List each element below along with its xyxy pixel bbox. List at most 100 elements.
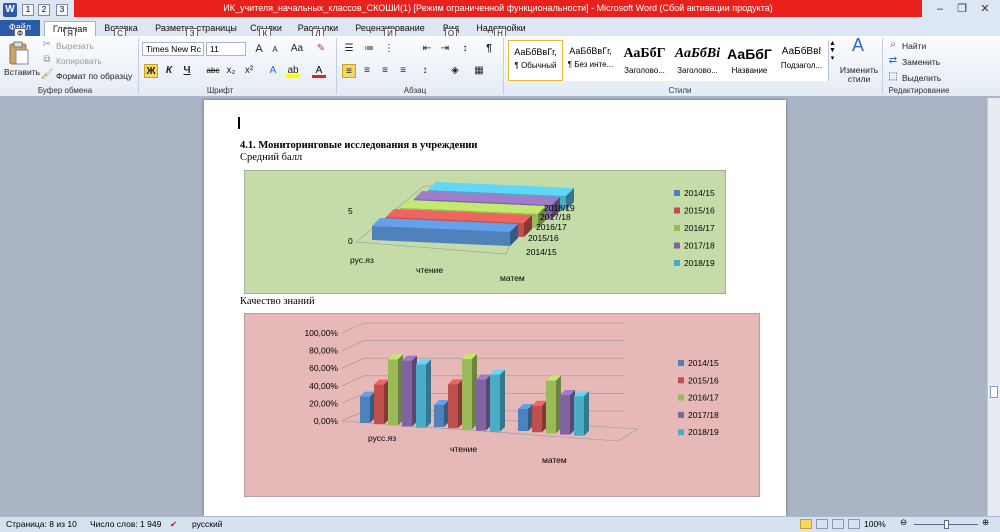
document-page[interactable]: 4.1. Мониторинговые исследования в учреж…: [204, 100, 786, 516]
grow-font-button[interactable]: A: [252, 42, 266, 56]
view-outline-icon[interactable]: [848, 519, 860, 529]
format-painter-icon[interactable]: 🖌: [40, 68, 54, 82]
vertical-scrollbar[interactable]: [987, 98, 1000, 516]
legend-label: 2016/17: [688, 393, 719, 403]
window-title: ИК_учителя_начальных_классов_СКОШИ(1) [Р…: [223, 3, 773, 13]
change-case-button[interactable]: Aa: [288, 42, 306, 56]
series-bar: [546, 380, 556, 434]
shrink-font-button[interactable]: A: [268, 43, 282, 57]
cut-icon[interactable]: ✂: [40, 38, 54, 52]
zoom-out-icon[interactable]: ⊖: [900, 517, 907, 528]
borders-icon[interactable]: ▦: [472, 64, 486, 78]
sort-icon[interactable]: ↕: [458, 42, 472, 56]
page-indicator[interactable]: Страница: 8 из 10: [6, 519, 77, 529]
select-button[interactable]: Выделить: [902, 73, 941, 83]
depth-axis-label: 2018/19: [544, 203, 575, 213]
select-icon[interactable]: ⬚: [886, 70, 900, 84]
highlight-icon[interactable]: ab: [286, 64, 300, 78]
qat-key-1[interactable]: 1: [22, 4, 34, 16]
subscript-button[interactable]: x₂: [224, 64, 238, 78]
find-button[interactable]: Найти: [902, 41, 926, 51]
paste-icon[interactable]: [6, 40, 32, 66]
chart-average-score[interactable]: 052014/152015/162016/172017/182018/19рус…: [244, 170, 726, 294]
series-bar: [416, 364, 426, 428]
series-bar: [462, 359, 472, 430]
bullets-icon[interactable]: ☰: [342, 42, 356, 56]
proofing-icon[interactable]: ✔: [170, 519, 177, 530]
justify-icon[interactable]: ≡: [396, 64, 410, 78]
legend-label: 2017/18: [684, 241, 715, 251]
qat-key-3[interactable]: 3: [56, 4, 68, 16]
series-bar: [360, 396, 370, 423]
strikethrough-button[interactable]: abc: [204, 64, 222, 78]
superscript-button[interactable]: x²: [242, 64, 256, 78]
legend-label: 2017/18: [688, 410, 719, 420]
minimize-button[interactable]: –: [930, 2, 950, 16]
line-spacing-icon[interactable]: ↕: [418, 64, 432, 78]
zoom-level[interactable]: 100%: [864, 519, 886, 529]
underline-button[interactable]: Ч: [180, 64, 194, 78]
find-icon[interactable]: ⌕: [886, 38, 900, 52]
close-button[interactable]: ✕: [975, 2, 995, 16]
font-name-select[interactable]: Times New Rc: [142, 42, 204, 56]
format-painter-button[interactable]: Формат по образцу: [56, 71, 132, 81]
text-effects-icon[interactable]: A: [266, 64, 280, 78]
legend-swatch: [674, 260, 680, 266]
word-app-icon[interactable]: W: [3, 3, 17, 17]
language-indicator[interactable]: русский: [192, 519, 223, 529]
align-right-icon[interactable]: ≡: [378, 64, 392, 78]
group-editing-label: Редактирование: [888, 86, 950, 95]
zoom-in-icon[interactable]: ⊕: [982, 517, 989, 528]
group-separator: [138, 38, 139, 94]
scroll-thumb[interactable]: [990, 386, 998, 398]
qat-key-2[interactable]: 2: [38, 4, 50, 16]
multilevel-list-icon[interactable]: ⋮: [382, 42, 396, 56]
y-tick-label: 0: [348, 236, 353, 246]
style-normal[interactable]: АаБбВвГг, ¶ Обычный: [508, 40, 563, 81]
chart-knowledge-quality[interactable]: 0,00% 20,00% 40,00% 60,00% 80,00% 100,00% русс…: [244, 313, 760, 497]
series-bar: [448, 384, 458, 429]
show-formatting-button[interactable]: ¶: [482, 42, 496, 56]
change-styles-button[interactable]: Изменить стили: [838, 66, 880, 84]
italic-button[interactable]: К: [162, 64, 176, 78]
series-bar: [402, 360, 412, 427]
style-heading-1[interactable]: АаБбГ Заголово...: [617, 40, 672, 81]
numbering-icon[interactable]: ≔: [362, 42, 376, 56]
y-tick-label: 20,00%: [309, 398, 338, 408]
view-fullscreen-icon[interactable]: [816, 519, 828, 529]
shading-icon[interactable]: ◈: [448, 64, 462, 78]
group-paragraph-label: Абзац: [403, 86, 427, 95]
style-no-spacing[interactable]: АаБбВвГг, ¶ Без инте...: [563, 40, 618, 81]
decrease-indent-icon[interactable]: ⇤: [420, 42, 434, 56]
y-tick-label: 40,00%: [309, 381, 338, 391]
style-subtitle[interactable]: АаБбВвІ Подзагол...: [774, 40, 829, 81]
increase-indent-icon[interactable]: ⇥: [438, 42, 452, 56]
view-print-layout-icon[interactable]: [800, 519, 812, 529]
clear-formatting-icon[interactable]: ✎: [314, 42, 328, 56]
style-heading-2[interactable]: АаБбВі Заголово...: [670, 40, 725, 81]
paste-button[interactable]: Вставить: [4, 67, 40, 77]
maximize-button[interactable]: ❐: [952, 2, 972, 16]
bold-button[interactable]: Ж: [144, 64, 158, 78]
font-color-icon[interactable]: A: [312, 64, 326, 78]
group-separator: [882, 38, 883, 94]
y-tick-label: 0,00%: [314, 416, 339, 426]
copy-button[interactable]: Копировать: [56, 56, 102, 66]
copy-icon[interactable]: ⧉: [40, 53, 54, 67]
font-size-select[interactable]: 11: [206, 42, 246, 56]
align-center-icon[interactable]: ≡: [360, 64, 374, 78]
legend-swatch: [678, 411, 684, 418]
zoom-slider-thumb[interactable]: [944, 520, 949, 529]
chart1-caption: Средний балл: [240, 152, 303, 163]
legend-swatch: [678, 429, 684, 436]
view-web-icon[interactable]: [832, 519, 844, 529]
change-styles-icon[interactable]: A: [846, 36, 870, 62]
replace-icon[interactable]: ⇄: [886, 54, 900, 68]
title-bar: W 1 2 3 ИК_учителя_начальных_классов_СКО…: [0, 0, 1000, 20]
replace-button[interactable]: Заменить: [902, 57, 940, 67]
align-left-icon[interactable]: ≡: [342, 64, 356, 78]
word-count[interactable]: Число слов: 1 949: [90, 519, 161, 529]
style-title[interactable]: АаБбГ Название: [722, 40, 777, 81]
cut-button[interactable]: Вырезать: [56, 41, 94, 51]
styles-scroll[interactable]: ▲ ▼ ▾: [828, 40, 836, 81]
